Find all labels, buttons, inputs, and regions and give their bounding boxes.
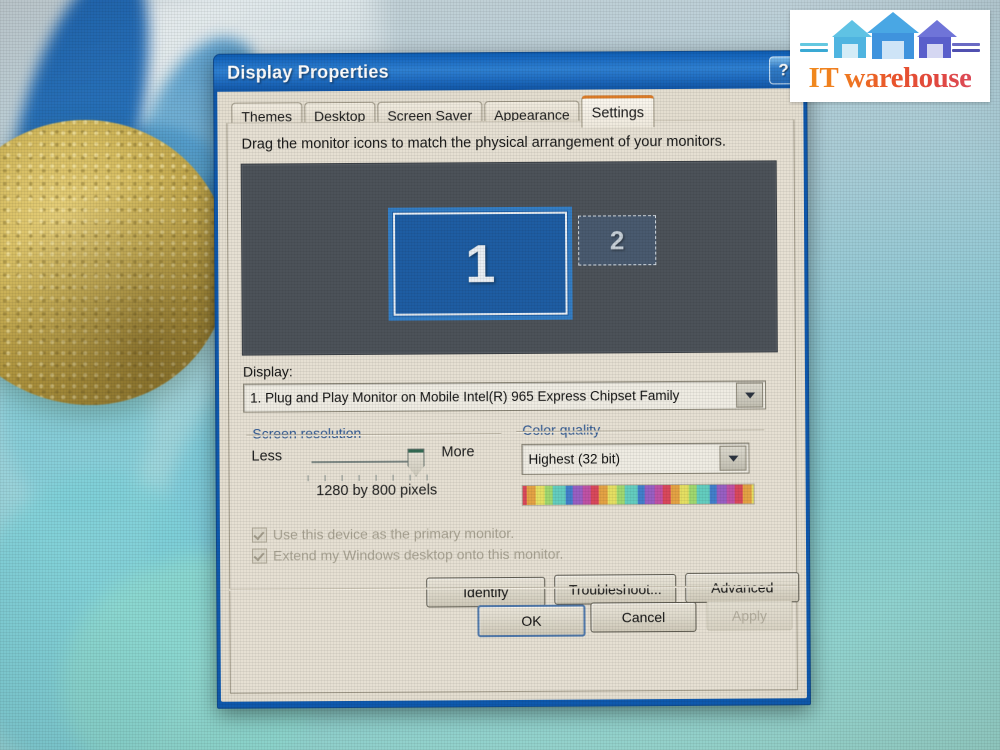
screen-resolution-slider-ticks xyxy=(307,474,430,482)
tab-settings[interactable]: Settings xyxy=(581,95,655,128)
window-title: Display Properties xyxy=(227,61,389,83)
watermark-graphic xyxy=(800,11,980,60)
screen-resolution-slider-track[interactable] xyxy=(311,460,422,464)
monitor-arrangement-preview[interactable]: 1 2 xyxy=(240,160,778,356)
extend-desktop-label: Extend my Windows desktop onto this moni… xyxy=(273,545,564,564)
identify-button[interactable]: Identify xyxy=(426,576,546,608)
watermark-text: IT warehouse xyxy=(808,61,972,94)
color-quality-value: Highest (32 bit) xyxy=(528,451,621,467)
flower-shading xyxy=(0,120,230,405)
primary-monitor-label: Use this device as the primary monitor. xyxy=(272,524,515,543)
extend-desktop-checkbox: Extend my Windows desktop onto this moni… xyxy=(252,546,563,564)
checkbox-icon-extend xyxy=(252,547,268,564)
monitor-icon-1[interactable]: 1 xyxy=(387,206,573,321)
tab-settings-label: Settings xyxy=(591,104,645,122)
color-quality-select[interactable]: Highest (32 bit) xyxy=(521,442,750,475)
title-bar[interactable]: Display Properties ? xyxy=(214,51,807,92)
it-warehouse-watermark: IT warehouse xyxy=(790,10,990,102)
screen-resolution-value: 1280 by 800 pixels xyxy=(316,482,438,500)
display-label: Display: xyxy=(242,363,293,380)
slider-more-label: More xyxy=(441,444,475,461)
color-spectrum-bar xyxy=(521,483,755,506)
apply-button: Apply xyxy=(706,600,793,631)
wallpaper-flower-center xyxy=(0,120,230,405)
chevron-down-icon[interactable] xyxy=(736,382,764,408)
warehouse-icon-2 xyxy=(867,11,920,60)
dialog-body: Themes Desktop Screen Saver Appearance S… xyxy=(217,88,807,702)
color-quality-divider xyxy=(516,429,765,432)
primary-monitor-checkbox: Use this device as the primary monitor. xyxy=(251,524,515,543)
monitor-icon-2[interactable]: 2 xyxy=(578,215,657,266)
chevron-down-icon-color-quality[interactable] xyxy=(719,445,747,471)
display-select-value: 1. Plug and Play Monitor on Mobile Intel… xyxy=(250,387,680,406)
cancel-button[interactable]: Cancel xyxy=(590,601,697,633)
display-select[interactable]: 1. Plug and Play Monitor on Mobile Intel… xyxy=(243,380,767,413)
checkbox-icon-primary xyxy=(251,527,267,543)
watermark-line-left xyxy=(800,42,829,52)
advanced-button[interactable]: Advanced xyxy=(685,572,800,603)
warehouse-icon-3 xyxy=(915,19,957,60)
slider-less-label: Less xyxy=(251,448,283,465)
screen-resolution-slider-thumb[interactable] xyxy=(407,449,424,477)
arrangement-hint: Drag the monitor icons to match the phys… xyxy=(241,133,726,153)
warehouse-icon-1 xyxy=(830,19,873,60)
ok-button[interactable]: OK xyxy=(477,604,586,638)
watermark-line-right xyxy=(951,42,980,52)
display-properties-dialog[interactable]: Display Properties ? Themes Desktop Scre… xyxy=(213,50,811,709)
troubleshoot-button[interactable]: Troubleshoot... xyxy=(554,574,677,605)
screen-resolution-divider xyxy=(246,433,502,436)
